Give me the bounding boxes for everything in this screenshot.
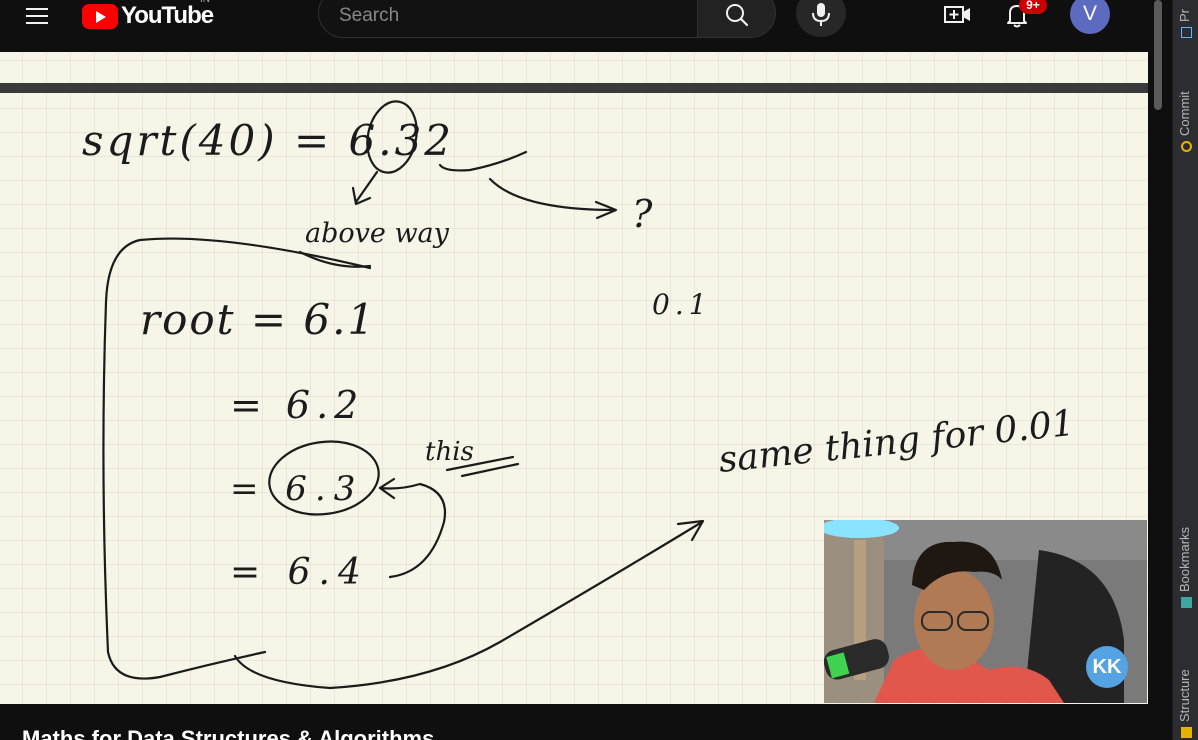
create-button[interactable] [940, 1, 974, 29]
side-tab-label: Commit [1177, 91, 1192, 136]
youtube-logo[interactable]: YouTube [82, 2, 214, 30]
search-button[interactable] [697, 0, 776, 38]
board-above-way: above way [305, 218, 450, 249]
board-this: this [425, 437, 474, 467]
search-box [318, 0, 698, 38]
side-tab-label: Pr [1177, 9, 1192, 22]
app-window: YouTube IN [0, 0, 1198, 740]
voice-search-button[interactable] [796, 0, 846, 37]
microphone-icon [812, 3, 830, 26]
board-sqrt-line: sqrt(40) = 6.32 [82, 116, 454, 165]
search-input[interactable] [339, 3, 679, 29]
page-scrollbar[interactable] [1150, 0, 1166, 740]
webcam-overlay: KK [824, 520, 1147, 703]
notification-badge: 9+ [1019, 0, 1047, 14]
video-camera-plus-icon [944, 6, 970, 23]
board-root: root = 6.1 [140, 295, 376, 344]
board-increment: 0.1 [652, 288, 712, 321]
board-step4: = 6.4 [230, 552, 369, 593]
board-step3: = 6.3 [230, 469, 363, 509]
watermark-text: KK [1092, 656, 1122, 678]
ide-side-panel: Pr Commit Bookmarks Structure [1172, 0, 1198, 740]
hamburger-menu-icon[interactable] [22, 4, 52, 28]
side-tab-bookmarks[interactable]: Bookmarks [1173, 496, 1198, 610]
side-tab-commit[interactable]: Commit [1173, 62, 1198, 154]
scrollbar-thumb[interactable] [1154, 0, 1162, 110]
video-title: Maths for Data Structures & Algorithms [22, 726, 435, 740]
structure-icon [1181, 727, 1192, 738]
country-code: IN [200, 0, 210, 5]
top-bar: YouTube IN [0, 0, 1150, 52]
video-info-bar: Maths for Data Structures & Algorithms [0, 704, 1150, 740]
youtube-play-icon [82, 3, 118, 29]
board-step2: = 6.2 [230, 383, 364, 427]
channel-watermark[interactable]: KK [1086, 646, 1128, 688]
board-question: ? [632, 192, 653, 236]
side-tab-label: Bookmarks [1177, 526, 1192, 592]
logo-text: YouTube [121, 2, 214, 29]
search-icon [726, 4, 749, 27]
side-tab-structure[interactable]: Structure [1173, 636, 1198, 740]
avatar[interactable]: V [1070, 0, 1110, 34]
side-tab-project[interactable]: Pr [1173, 0, 1198, 40]
side-tab-label: Structure [1177, 669, 1192, 722]
commit-icon [1181, 141, 1192, 152]
folder-icon [1181, 27, 1192, 38]
bookmark-icon [1181, 597, 1192, 608]
